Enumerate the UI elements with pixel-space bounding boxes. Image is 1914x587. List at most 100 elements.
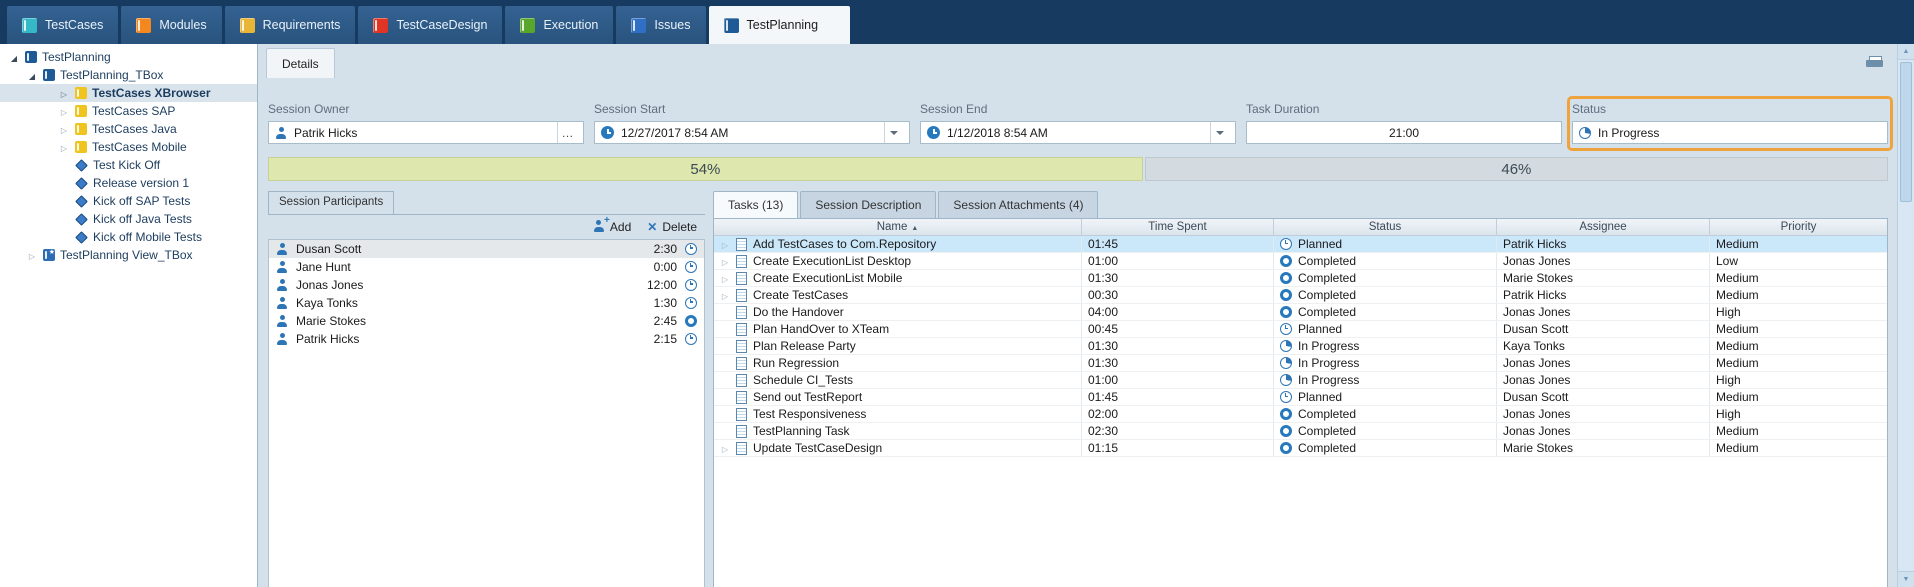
participant-row[interactable]: Kaya Tonks 1:30 (269, 294, 704, 312)
main-tab[interactable]: Issues (616, 6, 705, 44)
status-field[interactable]: In Progress (1572, 121, 1888, 144)
task-priority: Medium (1716, 339, 1759, 353)
main-tab[interactable]: Modules (121, 6, 221, 44)
session-progress-bar: 54% 46% (268, 157, 1888, 181)
main-tab-label: Issues (654, 18, 690, 32)
tree-expander-icon[interactable] (58, 140, 70, 154)
main-tab[interactable]: Execution (505, 6, 613, 44)
vertical-scrollbar[interactable] (1897, 44, 1914, 587)
tree-item[interactable]: Release version 1 (0, 174, 257, 192)
table-row[interactable]: Plan HandOver to XTeam 00:45 Planned (714, 321, 1887, 338)
owner-picker-button[interactable] (557, 122, 577, 143)
print-icon[interactable] (1866, 56, 1883, 69)
tree-item[interactable]: TestCases Mobile (0, 138, 257, 156)
table-row[interactable]: Run Regression 01:30 In Progress (714, 355, 1887, 372)
participant-row[interactable]: Dusan Scott 2:30 (269, 240, 704, 258)
tree-item[interactable]: TestPlanning View_TBox (0, 246, 257, 264)
participant-row[interactable]: Marie Stokes 2:45 (269, 312, 704, 330)
main-tab[interactable]: TestCases (7, 6, 118, 44)
task-time-spent: 02:30 (1088, 424, 1118, 438)
tree-item[interactable]: TestCases XBrowser (0, 84, 257, 102)
task-assignee: Jonas Jones (1503, 407, 1570, 421)
tree-item-label: Kick off Mobile Tests (93, 230, 202, 244)
table-row[interactable]: Add TestCases to Com.Repository 01:45 Pl… (714, 236, 1887, 253)
task-time-spent-cell: 01:30 (1082, 355, 1274, 371)
row-expand-icon[interactable] (720, 271, 730, 285)
scroll-up-icon[interactable] (1898, 44, 1914, 60)
participant-row[interactable]: Jonas Jones 12:00 (269, 276, 704, 294)
session-start-field[interactable]: 12/27/2017 8:54 AM (594, 121, 910, 144)
table-row[interactable]: Do the Handover 04:00 Completed (714, 304, 1887, 321)
participant-row[interactable]: Jane Hunt 0:00 (269, 258, 704, 276)
tree-item[interactable]: Kick off SAP Tests (0, 192, 257, 210)
tree-item[interactable]: Test Kick Off (0, 156, 257, 174)
tree-item[interactable]: TestCases Java (0, 120, 257, 138)
row-expand-icon[interactable] (720, 237, 730, 251)
table-row[interactable]: TestPlanning Task 02:30 Completed (714, 423, 1887, 440)
tree-node-icon (75, 213, 88, 226)
delete-participant-button[interactable]: Delete (647, 220, 697, 234)
person-icon (275, 127, 287, 139)
column-header-name[interactable]: Name (714, 219, 1082, 235)
main-tab-label: Requirements (263, 18, 341, 32)
task-duration-field[interactable]: 21:00 (1246, 121, 1562, 144)
task-sheet-icon (736, 255, 747, 268)
session-form: Session Owner Patrik Hicks Session Start… (259, 102, 1897, 144)
session-owner-field[interactable]: Patrik Hicks (268, 121, 584, 144)
table-row[interactable]: Plan Release Party 01:30 In Progress (714, 338, 1887, 355)
tree-item[interactable]: TestPlanning_TBox (0, 66, 257, 84)
tab-details[interactable]: Details (266, 48, 335, 78)
row-expand-icon[interactable] (720, 254, 730, 268)
main-tab[interactable]: Requirements (225, 6, 356, 44)
main-tab[interactable]: TestCaseDesign (358, 6, 502, 44)
task-name-cell: Create ExecutionList Desktop (714, 253, 1082, 269)
tasks-tab[interactable]: Session Description (800, 191, 936, 218)
scroll-down-icon[interactable] (1898, 571, 1914, 587)
tree-item[interactable]: TestCases SAP (0, 102, 257, 120)
session-end-dropdown-button[interactable] (1210, 122, 1229, 143)
task-status-cell: Completed (1274, 440, 1497, 456)
column-header-time-spent[interactable]: Time Spent (1082, 219, 1274, 235)
column-header-status[interactable]: Status (1274, 219, 1497, 235)
table-row[interactable]: Create ExecutionList Desktop 01:00 Compl… (714, 253, 1887, 270)
app-window: TestCases Modules Requirements TestCaseD… (0, 0, 1914, 587)
tree-item[interactable]: Kick off Java Tests (0, 210, 257, 228)
table-row[interactable]: Schedule CI_Tests 01:00 In Progress (714, 372, 1887, 389)
task-assignee-cell: Jonas Jones (1497, 372, 1710, 388)
task-status-cell: In Progress (1274, 338, 1497, 354)
table-row[interactable]: Update TestCaseDesign 01:15 Completed (714, 440, 1887, 457)
task-priority-cell: Medium (1710, 389, 1887, 405)
person-icon (276, 315, 288, 327)
tasks-tab[interactable]: Tasks (13) (713, 191, 798, 218)
tasks-tab[interactable]: Session Attachments (4) (938, 191, 1098, 218)
row-expand-icon[interactable] (720, 288, 730, 302)
tree-item[interactable]: Kick off Mobile Tests (0, 228, 257, 246)
column-header-assignee[interactable]: Assignee (1497, 219, 1710, 235)
tree-item[interactable]: TestPlanning (0, 48, 257, 66)
row-expand-icon[interactable] (720, 441, 730, 455)
task-time-spent: 01:00 (1088, 373, 1118, 387)
scrollbar-thumb[interactable] (1900, 62, 1912, 202)
session-start-dropdown-button[interactable] (884, 122, 903, 143)
task-priority-cell: Medium (1710, 270, 1887, 286)
table-row[interactable]: Create TestCases 00:30 Completed (714, 287, 1887, 304)
table-row[interactable]: Test Responsiveness 02:00 Completed (714, 406, 1887, 423)
session-end-field[interactable]: 1/12/2018 8:54 AM (920, 121, 1236, 144)
add-participant-button[interactable]: Add (593, 220, 631, 235)
table-row[interactable]: Send out TestReport 01:45 Planned (714, 389, 1887, 406)
tree-expander-icon[interactable] (8, 50, 20, 64)
task-time-spent: 01:30 (1088, 271, 1118, 285)
task-time-spent-cell: 01:15 (1082, 440, 1274, 456)
tree-expander-icon[interactable] (58, 122, 70, 136)
task-assignee-cell: Dusan Scott (1497, 389, 1710, 405)
tree-expander-icon[interactable] (58, 86, 70, 100)
tree-expander-icon[interactable] (58, 104, 70, 118)
tree-expander-icon[interactable] (26, 248, 38, 262)
clock-icon (927, 126, 940, 139)
task-status-cell: Completed (1274, 287, 1497, 303)
tree-expander-icon[interactable] (26, 68, 38, 82)
table-row[interactable]: Create ExecutionList Mobile 01:30 Comple… (714, 270, 1887, 287)
column-header-priority[interactable]: Priority (1710, 219, 1887, 235)
main-tab[interactable]: TestPlanning (709, 6, 851, 44)
participant-row[interactable]: Patrik Hicks 2:15 (269, 330, 704, 348)
